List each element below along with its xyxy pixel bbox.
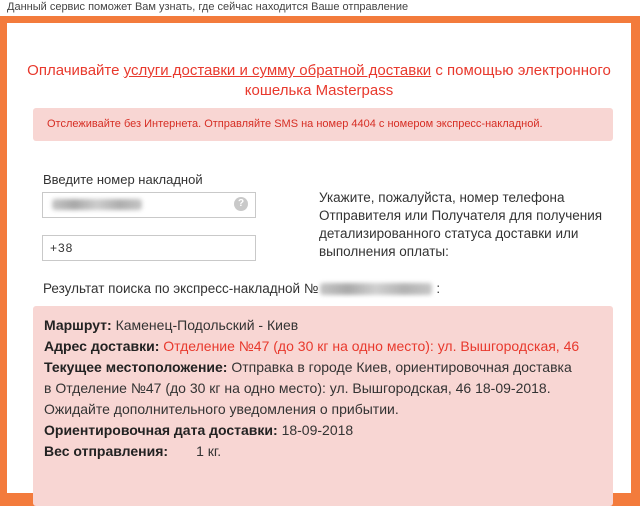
redacted-invoice-value — [52, 199, 142, 210]
promo-line2: кошелька Masterpass — [244, 82, 394, 99]
phone-input[interactable] — [42, 235, 256, 261]
delivery-date-value: 18-09-2018 — [277, 422, 354, 438]
route-label: Маршрут: — [44, 317, 112, 333]
address-label: Адрес доставки: — [44, 338, 160, 354]
result-heading: Результат поиска по экспресс-накладной №… — [43, 281, 440, 296]
delivery-date-label: Ориентировочная дата доставки: — [44, 422, 278, 438]
location-row: Текущее местоположение: Отправка в город… — [44, 357, 601, 378]
tracking-result: Маршрут: Каменец-Подольский - Киев Адрес… — [33, 306, 613, 506]
location-row-2: в Отделение №47 (до 30 кг на одно место)… — [44, 380, 551, 396]
result-heading-colon: : — [436, 281, 441, 296]
location-value-1: Отправка в городе Киев, ориентировочная … — [227, 359, 572, 375]
redacted-invoice-number — [320, 283, 433, 296]
page-tagline: Данный сервис поможет Вам узнать, где се… — [0, 0, 640, 16]
sms-notice: Отслеживайте без Интернета. Отправляйте … — [33, 108, 613, 141]
address-row: Адрес доставки: Отделение №47 (до 30 кг … — [44, 336, 601, 357]
location-row-3: Ожидайте дополнительного уведомления о п… — [44, 401, 399, 417]
promo-suffix: с помощью электронного — [431, 62, 611, 79]
route-value: Каменец-Подольский - Киев — [111, 317, 299, 333]
location-label: Текущее местоположение: — [44, 359, 228, 375]
weight-label: Вес отправления: — [44, 443, 169, 459]
delivery-payment-link[interactable]: услуги доставки и сумму обратной доставк… — [124, 62, 432, 79]
masterpass-promo: Оплачивайте услуги доставки и сумму обра… — [7, 61, 631, 101]
tracking-panel: Оплачивайте услуги доставки и сумму обра… — [7, 23, 631, 506]
weight-row: Вес отправления: 1 кг. — [44, 441, 601, 462]
promo-prefix: Оплачивайте — [27, 62, 124, 79]
delivery-date-row: Ориентировочная дата доставки: 18-09-201… — [44, 420, 601, 441]
phone-instructions: Укажите, пожалуйста, номер телефона Отпр… — [319, 190, 603, 259]
result-heading-text: Результат поиска по экспресс-накладной № — [43, 281, 319, 296]
invoice-label: Введите номер накладной — [43, 172, 203, 187]
route-row: Маршрут: Каменец-Подольский - Киев — [44, 315, 601, 336]
weight-value: 1 кг. — [196, 443, 222, 459]
address-value: Отделение №47 (до 30 кг на одно место): … — [159, 338, 580, 354]
help-icon[interactable]: ? — [234, 197, 248, 211]
